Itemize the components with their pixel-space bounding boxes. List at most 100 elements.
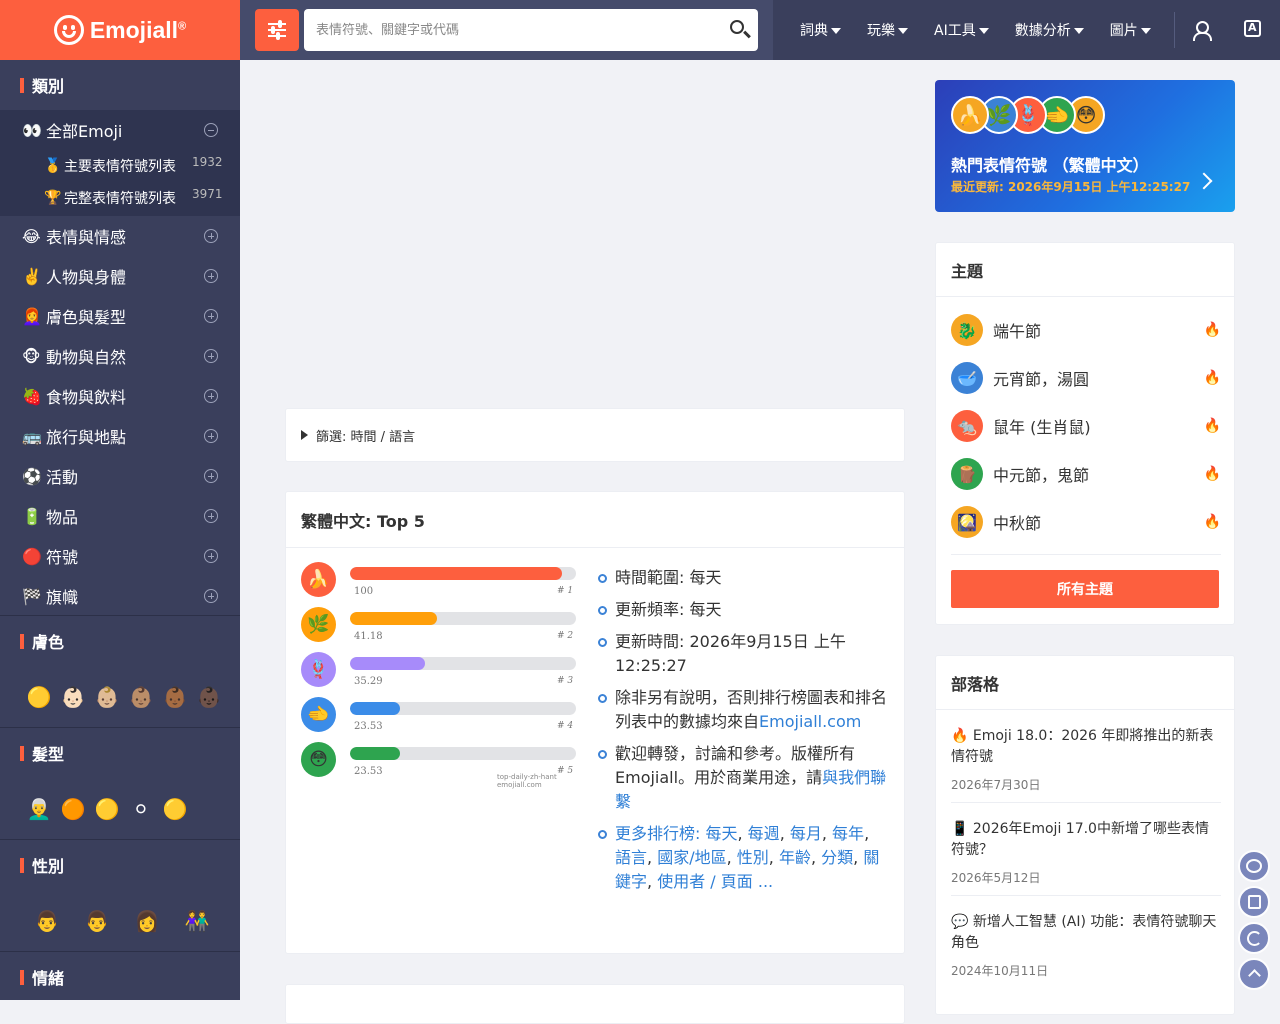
bar-value-label: 23.53: [354, 766, 383, 777]
nav-fun[interactable]: 玩樂: [867, 20, 908, 40]
nav-images[interactable]: 圖片: [1110, 20, 1151, 40]
more-ranking-link[interactable]: 語言: [615, 848, 647, 867]
translate-edit-icon[interactable]: [1244, 20, 1261, 37]
more-ranking-link[interactable]: 每月: [790, 824, 822, 843]
post-title[interactable]: 🔥 Emoji 18.0：2026 年即將推出的新表情符號: [951, 726, 1221, 768]
category-all-emoji[interactable]: 👀 全部Emoji: [0, 110, 240, 150]
skin-tone-option[interactable]: 🟡: [22, 685, 56, 709]
fire-icon: 🔥: [1203, 466, 1221, 482]
more-ranking-link[interactable]: 性別: [737, 848, 769, 867]
post-title[interactable]: 📱 2026年Emoji 17.0中新增了哪些表情符號？: [951, 819, 1221, 861]
blog-panel: 部落格 🔥 Emoji 18.0：2026 年即將推出的新表情符號 2026年7月…: [935, 655, 1235, 1015]
category-item[interactable]: 👩‍🦰 膚色與髮型: [0, 296, 240, 336]
expand-icon[interactable]: [204, 269, 218, 283]
blog-post[interactable]: 🔥 Emoji 18.0：2026 年即將推出的新表情符號 2026年7月30日: [951, 726, 1221, 793]
hair-style-option[interactable]: 🟡: [158, 797, 192, 821]
expand-icon[interactable]: [204, 349, 218, 363]
all-topics-button[interactable]: 所有主題: [951, 570, 1219, 608]
dark-mode-button[interactable]: [1238, 922, 1270, 954]
hair-style-row: 👨‍🦳 🟠 🟡 ⚪ 🟡: [0, 778, 240, 840]
category-item[interactable]: 🏁 旗幟: [0, 576, 240, 616]
more-ranking-link[interactable]: 每天: [705, 824, 737, 843]
hair-style-option[interactable]: ⚪: [124, 797, 158, 821]
emojiall-link[interactable]: Emojiall.com: [759, 712, 861, 731]
hair-style-title: 髮型: [0, 728, 240, 778]
bar-emoji[interactable]: 😳: [301, 742, 336, 777]
topic-item[interactable]: 🥣 元宵節，湯圓 🔥: [951, 354, 1221, 402]
more-ranking-link[interactable]: 使用者 / 頁面: [657, 872, 753, 891]
search-input[interactable]: [304, 9, 758, 51]
bar: [350, 567, 563, 580]
topic-item[interactable]: 🎑 中秋節 🔥: [951, 498, 1221, 546]
expand-icon[interactable]: [204, 229, 218, 243]
hair-style-option[interactable]: 🟠: [56, 797, 90, 821]
expand-icon[interactable]: [204, 309, 218, 323]
bar-emoji[interactable]: 🫲: [301, 697, 336, 732]
nav-ai-tools[interactable]: AI工具: [934, 20, 989, 40]
bar-emoji[interactable]: 🌿: [301, 607, 336, 642]
category-emoji-icon: 🐵: [22, 346, 41, 366]
sub-main-list[interactable]: 🥇 主要表情符號列表 1932: [0, 150, 240, 182]
category-item[interactable]: ⚽ 活動: [0, 456, 240, 496]
hair-style-option[interactable]: 👨‍🦳: [22, 797, 56, 821]
search-icon[interactable]: [730, 20, 744, 34]
bar-emoji[interactable]: 🍌: [301, 562, 336, 597]
back-to-top-button[interactable]: [1238, 958, 1270, 990]
chat-button[interactable]: [1238, 850, 1270, 882]
gender-option[interactable]: 👩: [122, 909, 172, 933]
category-item[interactable]: 😂 表情與情感: [0, 216, 240, 256]
category-item[interactable]: 🍓 食物與飲料: [0, 376, 240, 416]
nav-dictionary[interactable]: 詞典: [800, 20, 841, 40]
logo[interactable]: Emojiall®: [0, 0, 240, 60]
post-title[interactable]: 💬 新增人工智慧 (AI) 功能：表情符號聊天角色: [951, 912, 1221, 954]
gender-option[interactable]: 👨: [22, 909, 72, 933]
category-item[interactable]: ✌️ 人物與身體: [0, 256, 240, 296]
category-item[interactable]: 🐵 動物與自然: [0, 336, 240, 376]
category-label: 動物與自然: [46, 348, 127, 367]
more-ranking-link[interactable]: 每年: [832, 824, 864, 843]
skin-tone-option[interactable]: 👶🏼: [90, 685, 124, 709]
collapse-icon[interactable]: [204, 123, 218, 137]
more-ranking-link[interactable]: 分類: [821, 848, 853, 867]
trending-banner[interactable]: 🍌 🌿 🪢 🫲 😳 熱門表情符號 （繁體中文） 最近更新: 2026年9月15日 上午1…: [935, 80, 1235, 212]
skin-tone-option[interactable]: 👶🏽: [124, 685, 158, 709]
skin-tone-option[interactable]: 👶🏾: [158, 685, 192, 709]
info-updated: 更新時間: 2026年9月15日 上午12:25:27: [598, 630, 888, 678]
skin-tone-option[interactable]: 👶🏻: [56, 685, 90, 709]
gender-option[interactable]: 👨: [72, 909, 122, 933]
sub-full-list[interactable]: 🏆 完整表情符號列表 3971: [0, 182, 240, 214]
user-icon[interactable]: [1193, 21, 1212, 41]
expand-icon[interactable]: [204, 469, 218, 483]
nav-analytics[interactable]: 數據分析: [1015, 20, 1084, 40]
topic-item[interactable]: 🐉 端午節 🔥: [951, 306, 1221, 354]
bar-track: [350, 567, 576, 580]
category-list: 😂 表情與情感 ✌️ 人物與身體 👩‍🦰 膚色與髮型 🐵 動物與自然 🍓 食物與飲料 🚌 旅行與地點 ⚽…: [0, 216, 240, 616]
category-item[interactable]: 🔴 符號: [0, 536, 240, 576]
filter-button[interactable]: [255, 9, 299, 51]
expand-icon[interactable]: [204, 589, 218, 603]
category-item[interactable]: 🔋 物品: [0, 496, 240, 536]
category-label: 人物與身體: [46, 268, 127, 287]
more-ranking-link[interactable]: 國家/地區: [657, 848, 726, 867]
filter-toggle[interactable]: 篩選: 時間 / 語言: [285, 408, 905, 462]
category-item[interactable]: 🚌 旅行與地點: [0, 416, 240, 456]
topic-item[interactable]: 🐀 鼠年 (生肖鼠) 🔥: [951, 402, 1221, 450]
category-label: 全部Emoji: [46, 122, 123, 141]
expand-icon[interactable]: [204, 549, 218, 563]
top5-card: 繁體中文: Top 5 top-daily-zh-hant emojiall.c…: [285, 491, 905, 954]
more-ranking-link[interactable]: 每週: [748, 824, 780, 843]
topic-item[interactable]: 🪵 中元節，鬼節 🔥: [951, 450, 1221, 498]
expand-icon[interactable]: [204, 389, 218, 403]
feedback-button[interactable]: [1238, 886, 1270, 918]
chevron-up-icon: [1248, 969, 1261, 982]
gender-option[interactable]: 👫: [172, 909, 222, 933]
more-ranking-link[interactable]: 年齡: [779, 848, 811, 867]
blog-post[interactable]: 💬 新增人工智慧 (AI) 功能：表情符號聊天角色 2024年10月11日: [951, 912, 1221, 979]
blog-post[interactable]: 📱 2026年Emoji 17.0中新增了哪些表情符號？ 2026年5月12日: [951, 819, 1221, 886]
topic-emoji-icon: 🪵: [951, 458, 983, 490]
expand-icon[interactable]: [204, 509, 218, 523]
hair-style-option[interactable]: 🟡: [90, 797, 124, 821]
expand-icon[interactable]: [204, 429, 218, 443]
skin-tone-option[interactable]: 👶🏿: [192, 685, 226, 709]
bar-emoji[interactable]: 🪢: [301, 652, 336, 687]
